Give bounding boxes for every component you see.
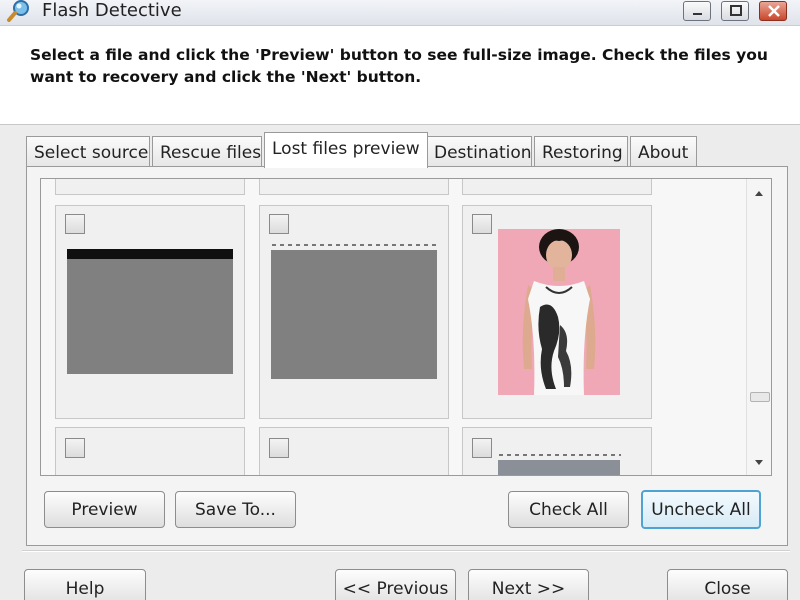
maximize-icon	[730, 5, 742, 16]
check-all-button[interactable]: Check All	[508, 491, 629, 528]
scroll-thumb[interactable]	[750, 392, 770, 402]
previous-button[interactable]: << Previous	[335, 569, 456, 600]
thumbnail-checkbox[interactable]	[65, 438, 85, 458]
thumbnail-image	[67, 259, 233, 374]
thumbnail-checkbox[interactable]	[472, 438, 492, 458]
next-button[interactable]: Next >>	[468, 569, 589, 600]
scroll-up-button[interactable]	[750, 185, 768, 199]
thumbnail-cell-partial	[462, 179, 652, 195]
thumbnail-cell-partial	[55, 179, 245, 195]
image-strip	[67, 249, 233, 259]
tab-restoring[interactable]: Restoring	[534, 136, 628, 167]
preview-button[interactable]: Preview	[44, 491, 165, 528]
tab-label: Restoring	[542, 143, 623, 163]
help-button[interactable]: Help	[24, 569, 146, 600]
tab-label: Rescue files	[160, 143, 262, 163]
tab-label: Select source	[34, 143, 149, 163]
thumbnail-cell[interactable]	[259, 205, 449, 419]
save-to-button[interactable]: Save To...	[175, 491, 296, 528]
tab-label: About	[638, 143, 689, 163]
close-icon	[768, 5, 780, 17]
arrow-up-icon	[755, 191, 763, 196]
tab-rescue-files[interactable]: Rescue files	[152, 136, 262, 167]
tab-lost-files-preview[interactable]: Lost files preview	[264, 132, 428, 168]
thumbnail-cell[interactable]	[55, 205, 245, 419]
vertical-scrollbar[interactable]	[746, 179, 771, 475]
magnifier-app-icon	[6, 0, 32, 22]
thumbnail-cell-partial	[259, 179, 449, 195]
thumbnail-cell[interactable]	[462, 427, 652, 475]
tab-select-source[interactable]: Select source	[26, 136, 150, 167]
close-window-button[interactable]	[759, 1, 787, 21]
maximize-button[interactable]	[721, 1, 749, 21]
minimize-icon	[693, 13, 702, 15]
thumbnail-viewport	[41, 179, 746, 475]
scroll-down-button[interactable]	[750, 455, 768, 469]
thumbnail-cell[interactable]	[259, 427, 449, 475]
title-bar: Flash Detective	[0, 0, 800, 26]
minimize-button[interactable]	[683, 1, 711, 21]
thumbnail-checkbox[interactable]	[269, 214, 289, 234]
thumbnail-photo	[498, 229, 620, 395]
uncheck-all-button[interactable]: Uncheck All	[641, 490, 761, 529]
tab-label: Lost files preview	[272, 139, 420, 159]
thumbnail-list[interactable]	[40, 178, 772, 476]
thumbnail-image	[498, 460, 620, 475]
thumbnail-cell[interactable]	[462, 205, 652, 419]
close-button[interactable]: Close	[667, 569, 788, 600]
thumbnail-image	[271, 250, 437, 379]
tab-label: Destination	[434, 143, 532, 163]
thumbnail-checkbox[interactable]	[269, 438, 289, 458]
tab-destination[interactable]: Destination	[426, 136, 532, 167]
window-title: Flash Detective	[42, 0, 182, 21]
instruction-text: Select a file and click the 'Preview' bu…	[30, 46, 768, 86]
thumbnail-cell[interactable]	[55, 427, 245, 475]
footer-divider	[22, 550, 790, 552]
thumbnail-checkbox[interactable]	[472, 214, 492, 234]
arrow-down-icon	[755, 460, 763, 465]
tab-about[interactable]: About	[630, 136, 697, 167]
thumbnail-checkbox[interactable]	[65, 214, 85, 234]
woman-photo-icon	[498, 229, 620, 395]
